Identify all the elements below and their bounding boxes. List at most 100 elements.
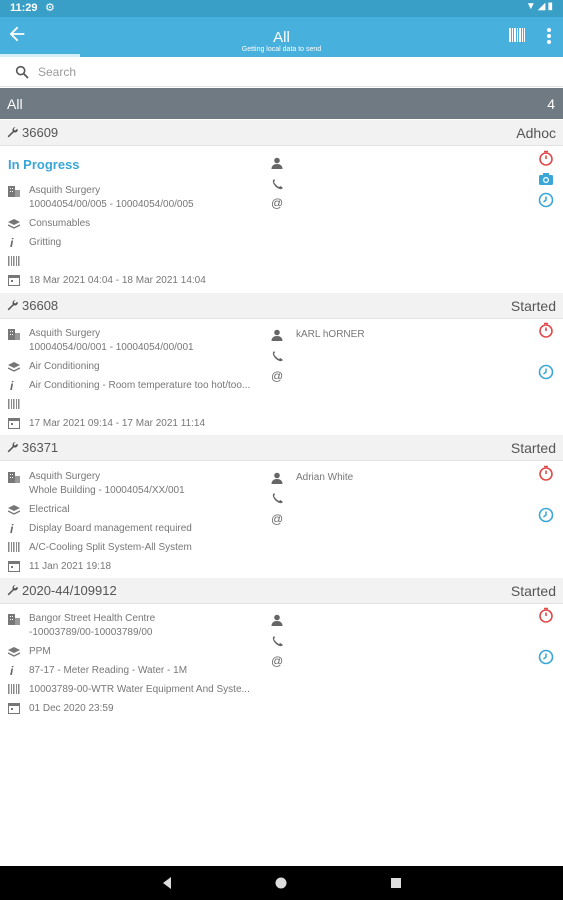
status-bar: 11:29 ⚙ ▼◢▮: [0, 0, 563, 17]
wrench-icon: [7, 127, 18, 138]
search-icon: [15, 65, 29, 79]
group-label: All: [7, 96, 23, 112]
job-header: 36608 Started: [0, 293, 563, 319]
job-info: 87-17 - Meter Reading - Water - 1M: [29, 665, 188, 676]
job-header: 36609 Adhoc: [0, 120, 563, 146]
job-header: 2020-44/109912 Started: [0, 578, 563, 604]
phone-icon[interactable]: [271, 635, 283, 647]
job-number: 36371: [22, 440, 59, 455]
clock-icon[interactable]: [538, 192, 554, 208]
nav-home-icon[interactable]: [274, 876, 288, 890]
timer-icon[interactable]: [538, 607, 554, 623]
job-status: Started: [510, 583, 556, 599]
barcode-small-icon: [8, 256, 20, 266]
timer-icon[interactable]: [538, 150, 554, 166]
job-category: Air Conditioning: [29, 361, 100, 372]
job-site: Asquith Surgery: [29, 328, 101, 339]
phone-icon[interactable]: [271, 178, 283, 190]
job-info: Gritting: [29, 237, 62, 248]
calendar-icon: [8, 703, 20, 714]
status-icons: ▼◢▮: [525, 1, 555, 12]
job-status: Adhoc: [516, 125, 556, 141]
search-input[interactable]: [38, 62, 538, 82]
nav-back-icon[interactable]: [160, 876, 174, 890]
barcode-small-icon: [8, 542, 20, 552]
group-count: 4: [547, 96, 555, 112]
building-icon: [8, 614, 20, 625]
info-icon: i: [10, 522, 14, 536]
search-bar: [0, 57, 563, 87]
job-date: 11 Jan 2021 19:18: [29, 561, 112, 572]
job-header: 36371 Started: [0, 435, 563, 461]
app-bar: All Getting local data to send: [0, 17, 563, 57]
wrench-icon: [7, 585, 18, 596]
phone-icon[interactable]: [271, 350, 283, 362]
building-icon: [8, 329, 20, 340]
clock-icon[interactable]: [538, 649, 554, 665]
job-info: Display Board management required: [29, 523, 192, 534]
job-category: Consumables: [29, 218, 91, 229]
person-icon: [271, 614, 283, 626]
job-location: -10003789/00-10003789/00: [29, 627, 153, 638]
job-site: Bangor Street Health Centre: [29, 613, 156, 624]
building-icon: [8, 472, 20, 483]
job-progress-label: In Progress: [8, 157, 80, 172]
system-nav-bar: [0, 866, 563, 900]
layers-icon: [8, 647, 20, 657]
layers-icon: [8, 219, 20, 229]
job-number: 36609: [22, 125, 59, 140]
clock-icon[interactable]: [538, 364, 554, 380]
job-category: PPM: [29, 646, 51, 657]
job-date: 17 Mar 2021 09:14 - 17 Mar 2021 11:14: [29, 418, 206, 429]
job-asset: 10003789-00-WTR Water Equipment And Syst…: [29, 684, 250, 695]
calendar-icon: [8, 418, 20, 429]
phone-icon[interactable]: [271, 492, 283, 504]
layers-icon: [8, 505, 20, 515]
layers-icon: [8, 362, 20, 372]
job-contact: kARL hORNER: [296, 329, 365, 340]
email-icon[interactable]: @: [271, 655, 283, 667]
email-icon[interactable]: @: [271, 513, 283, 525]
job-info: Air Conditioning - Room temperature too …: [29, 380, 251, 391]
job-site: Asquith Surgery: [29, 471, 101, 482]
page-subtitle: Getting local data to send: [241, 46, 322, 53]
timer-icon[interactable]: [538, 322, 554, 338]
wrench-icon: [7, 300, 18, 311]
person-icon: [271, 329, 283, 341]
barcode-small-icon: [8, 399, 20, 409]
nav-recents-icon[interactable]: [389, 876, 403, 890]
job-status: Started: [510, 298, 556, 314]
job-date: 01 Dec 2020 23:59: [29, 703, 114, 714]
job-number: 36608: [22, 298, 59, 313]
barcode-icon[interactable]: [509, 28, 525, 42]
camera-icon[interactable]: [538, 171, 554, 187]
job-status: Started: [510, 440, 556, 456]
job-location: 10004054/00/001 - 10004054/00/001: [29, 342, 194, 353]
timer-icon[interactable]: [538, 465, 554, 481]
page-title: All: [273, 29, 290, 46]
email-icon[interactable]: @: [271, 370, 283, 382]
person-icon: [271, 157, 283, 169]
job-date: 18 Mar 2021 04:04 - 18 Mar 2021 14:04: [29, 275, 206, 286]
job-contact: Adrian White: [296, 472, 354, 483]
group-header[interactable]: All 4: [0, 88, 563, 119]
job-number: 2020-44/109912: [22, 583, 117, 598]
calendar-icon: [8, 275, 20, 286]
calendar-icon: [8, 561, 20, 572]
barcode-small-icon: [8, 684, 20, 694]
email-icon[interactable]: @: [271, 197, 283, 209]
status-time: 11:29: [10, 2, 38, 14]
info-icon: i: [10, 379, 14, 393]
job-location: 10004054/00/005 - 10004054/00/005: [29, 199, 194, 210]
job-location: Whole Building - 10004054/XX/001: [29, 485, 185, 496]
building-icon: [8, 186, 20, 197]
job-asset: A/C-Cooling Split System-All System: [29, 542, 192, 553]
settings-notification-icon: ⚙: [45, 2, 55, 14]
wrench-icon: [7, 442, 18, 453]
job-category: Electrical: [29, 504, 70, 515]
info-icon: i: [10, 236, 14, 250]
clock-icon[interactable]: [538, 507, 554, 523]
info-icon: i: [10, 664, 14, 678]
more-vert-icon[interactable]: [546, 27, 552, 45]
job-site: Asquith Surgery: [29, 185, 101, 196]
